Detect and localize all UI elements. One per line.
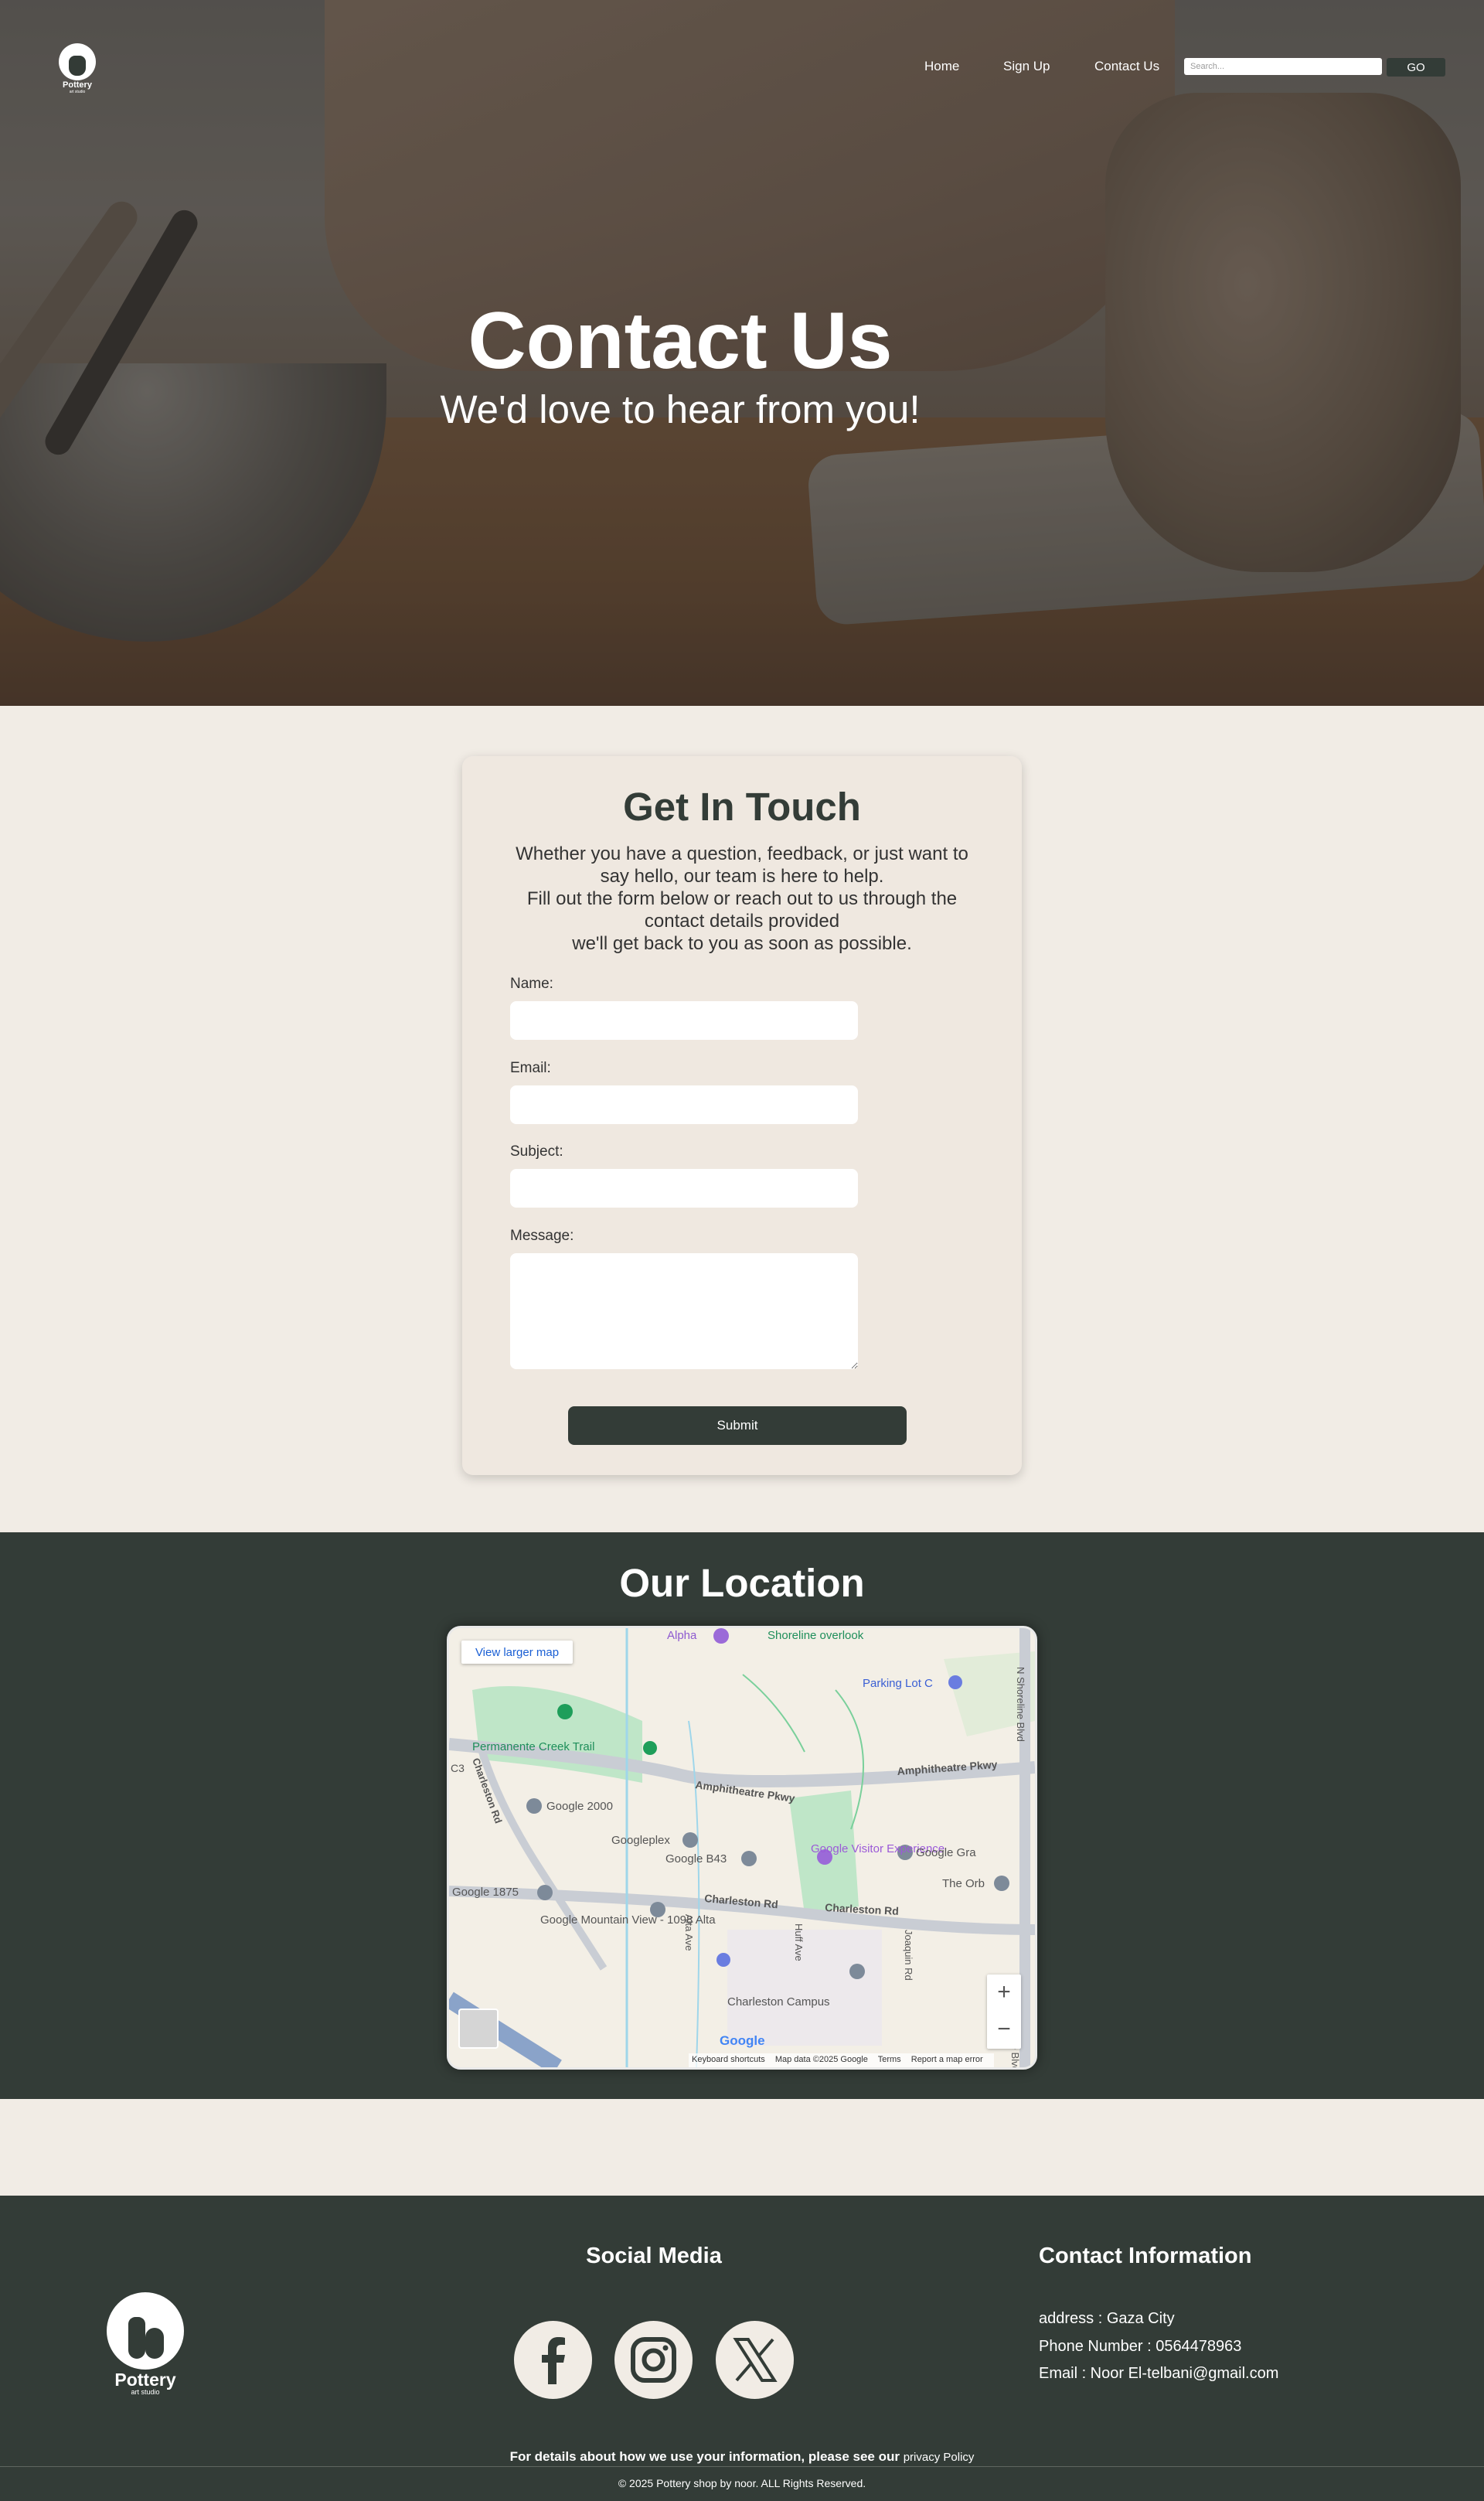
nav-home[interactable]: Home (924, 59, 959, 76)
vase-icon (128, 2317, 145, 2359)
embedded-map[interactable]: Alpha Shoreline overlook Parking Lot C N… (447, 1626, 1037, 2070)
footer-logo[interactable]: Pottery art studio (105, 2292, 186, 2396)
subject-field[interactable] (510, 1169, 858, 1208)
form-description-line: Fill out the form below or reach out to … (526, 888, 958, 909)
message-field[interactable] (510, 1253, 858, 1369)
name-label: Name: (510, 976, 553, 992)
instagram-icon[interactable] (614, 2321, 693, 2399)
hero-subtitle: We'd love to hear from you! (440, 387, 921, 431)
map-label: Google B43 (665, 1852, 727, 1866)
footer-logo-text: Pottery (114, 2370, 176, 2390)
site-logo[interactable]: Pottery art studio (56, 43, 99, 94)
privacy-notice-text: For details about how we use your inform… (509, 2449, 904, 2464)
terms-link[interactable]: Terms (878, 2055, 901, 2064)
map-label: N Shoreline Blvd (1015, 1667, 1026, 1742)
map-label: Parking Lot C (863, 1677, 933, 1690)
map-attribution: Keyboard shortcuts Map data ©2025 Google… (689, 2053, 994, 2067)
email-field[interactable] (510, 1085, 858, 1124)
google-logo-text: Google (720, 2033, 765, 2048)
keyboard-shortcuts-link[interactable]: Keyboard shortcuts (692, 2055, 765, 2064)
map-label: Google 2000 (546, 1800, 613, 1813)
site-footer: Pottery art studio Social Media Contact … (0, 2196, 1484, 2501)
map-canvas[interactable]: Alpha Shoreline overlook Parking Lot C N… (449, 1628, 1035, 2067)
hero-section: Pottery art studio Home Sign Up Contact … (0, 0, 1484, 706)
map-label: Googleplex (611, 1834, 670, 1847)
footer-divider (0, 2466, 1484, 2467)
search-input[interactable] (1184, 58, 1382, 75)
contact-form-card: Get In Touch Whether you have a question… (462, 756, 1022, 1475)
vase-icon (69, 56, 86, 76)
form-description-line: say hello, our team is here to help. (600, 866, 884, 887)
vase-icon (145, 2328, 164, 2359)
hero-title: Contact Us (468, 296, 893, 386)
form-description-line: we'll get back to you as soon as possibl… (572, 933, 912, 954)
map-label: Alta Ave (683, 1914, 695, 1951)
google-logo: Google (720, 2033, 765, 2049)
zoom-out-button[interactable]: − (987, 2012, 1021, 2049)
map-label: Huff Ave (793, 1923, 805, 1961)
email-label: Email: (510, 1060, 551, 1076)
submit-button[interactable]: Submit (568, 1406, 907, 1445)
footer-logo-subtext: art studio (131, 2388, 160, 2396)
social-media-title: Social Media (586, 2244, 722, 2268)
logo-text: Pottery (63, 80, 92, 90)
nav-contact-us[interactable]: Contact Us (1094, 59, 1159, 76)
copyright: © 2025 Pottery shop by noor. ALL Rights … (618, 2477, 866, 2489)
map-label: Permanente Creek Trail (472, 1740, 594, 1753)
zoom-in-button[interactable]: + (987, 1975, 1021, 2012)
x-icon[interactable] (716, 2321, 794, 2399)
form-title: Get In Touch (623, 785, 861, 829)
map-data-text: Map data ©2025 Google (774, 2055, 868, 2064)
location-title: Our Location (619, 1561, 865, 1605)
nav-sign-up[interactable]: Sign Up (1003, 59, 1050, 76)
view-larger-map-button[interactable]: View larger map (461, 1641, 573, 1664)
privacy-notice: For details about how we use your inform… (0, 2449, 1484, 2465)
location-section: Our Location Alpha Shoreline overlook Pa… (0, 1532, 1484, 2099)
contact-info-title: Contact Information (1039, 2244, 1252, 2268)
map-layer-toggle[interactable] (458, 2009, 499, 2049)
footer-logo-circle (107, 2292, 184, 2370)
map-label: Charleston Campus (727, 1995, 830, 2009)
search-go-button[interactable]: GO (1387, 58, 1445, 77)
form-description-line: contact details provided (644, 911, 840, 932)
form-description-line: Whether you have a question, feedback, o… (516, 843, 968, 864)
map-label: Google Gra (916, 1846, 976, 1859)
facebook-icon[interactable] (514, 2321, 592, 2399)
map-label: The Orb (942, 1877, 985, 1890)
map-label: Alpha (667, 1629, 697, 1642)
map-label: C3 (451, 1762, 465, 1774)
privacy-policy-link[interactable]: privacy Policy (904, 2451, 975, 2464)
map-label: Joaquin Rd (903, 1930, 914, 1981)
message-label: Message: (510, 1228, 574, 1244)
form-description: Whether you have a question, feedback, o… (509, 843, 975, 955)
zoom-control: + − (987, 1975, 1021, 2049)
contact-email: Email : Noor El-telbani@gmail.com (1039, 2365, 1279, 2382)
contact-address: address : Gaza City (1039, 2310, 1175, 2327)
subject-label: Subject: (510, 1143, 563, 1160)
map-label: Google 1875 (452, 1886, 519, 1899)
name-field[interactable] (510, 1001, 858, 1040)
logo-subtext: art studio (69, 90, 86, 94)
report-map-error-link[interactable]: Report a map error (911, 2055, 983, 2064)
map-label: Shoreline overlook (768, 1629, 864, 1642)
contact-phone: Phone Number : 0564478963 (1039, 2338, 1242, 2355)
